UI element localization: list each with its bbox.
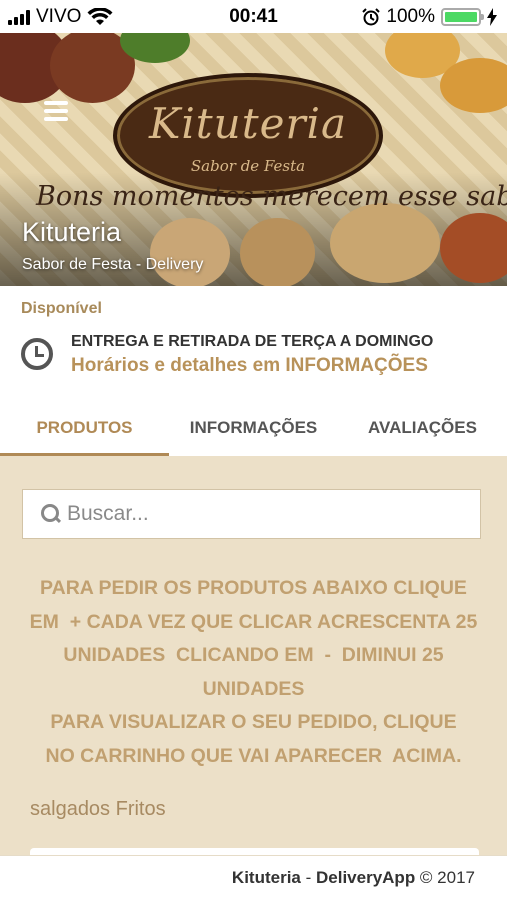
logo-subtitle: Sabor de Festa — [190, 157, 306, 175]
instruction-line: UNIDADES — [202, 677, 305, 700]
food-image — [150, 218, 230, 286]
store-subtitle: Sabor de Festa - Delivery — [22, 256, 204, 273]
food-image — [440, 213, 507, 283]
footer-copyright: © 2017 — [415, 868, 475, 887]
store-info: Disponível ENTREGA E RETIRADA DE TERÇA A… — [0, 286, 507, 400]
instruction-line: PARA VISUALIZAR O SEU PEDIDO, CLIQUE — [50, 711, 457, 733]
food-image — [330, 203, 440, 283]
footer-app: DeliveryApp — [316, 868, 416, 887]
footer-separator: - — [300, 868, 316, 887]
hours-details-link[interactable]: Horários e detalhes em INFORMAÇÕES — [71, 355, 428, 377]
logo-name: Kituteria — [148, 99, 348, 148]
instruction-line: UNIDADES CLICANDO EM - DIMINUI 25 — [63, 644, 444, 666]
alarm-icon — [362, 8, 381, 26]
food-image — [440, 58, 507, 113]
battery-fill — [445, 12, 477, 22]
store-title: Kituteria — [22, 217, 122, 247]
status-right: 100% — [362, 6, 497, 28]
category-heading: salgados Fritos — [30, 798, 166, 820]
search-box[interactable] — [22, 489, 481, 539]
availability-status: Disponível — [21, 300, 102, 317]
clock-icon — [21, 338, 53, 370]
charging-icon — [487, 8, 497, 26]
footer-brand: Kituteria — [231, 868, 301, 887]
status-bar: VIVO 00:41 100% — [0, 0, 507, 33]
menu-icon[interactable] — [44, 101, 68, 121]
food-image — [240, 218, 315, 286]
footer: Kituteria - DeliveryApp © 2017 — [0, 855, 507, 900]
instruction-line: EM + CADA VEZ QUE CLICAR ACRESCENTA 25 — [29, 610, 478, 633]
tab-informacoes[interactable]: INFORMAÇÕES — [169, 400, 338, 456]
tab-produtos[interactable]: PRODUTOS — [0, 400, 169, 456]
order-instructions: PARA PEDIR OS PRODUTOS ABAIXO CLIQUE EM … — [20, 572, 487, 773]
battery-icon — [441, 8, 484, 26]
battery-percent: 100% — [386, 6, 435, 27]
tab-avaliacoes[interactable]: AVALIAÇÕES — [338, 400, 507, 456]
delivery-schedule: ENTREGA E RETIRADA DE TERÇA A DOMINGO — [71, 333, 434, 350]
banner-slogan: Bons momentos merecem esse sabor! — [36, 181, 507, 212]
tab-bar: PRODUTOS INFORMAÇÕES AVALIAÇÕES — [0, 400, 507, 456]
brand-logo: Kituteria Sabor de Festa — [113, 73, 383, 198]
instruction-line: NO CARRINHO QUE VAI APARECER ACIMA. — [45, 744, 462, 767]
search-input[interactable] — [67, 502, 467, 526]
search-icon — [41, 504, 61, 524]
instruction-line: PARA PEDIR OS PRODUTOS ABAIXO CLIQUE — [40, 577, 467, 599]
header-banner: Kituteria Sabor de Festa Bons momentos m… — [0, 33, 507, 286]
